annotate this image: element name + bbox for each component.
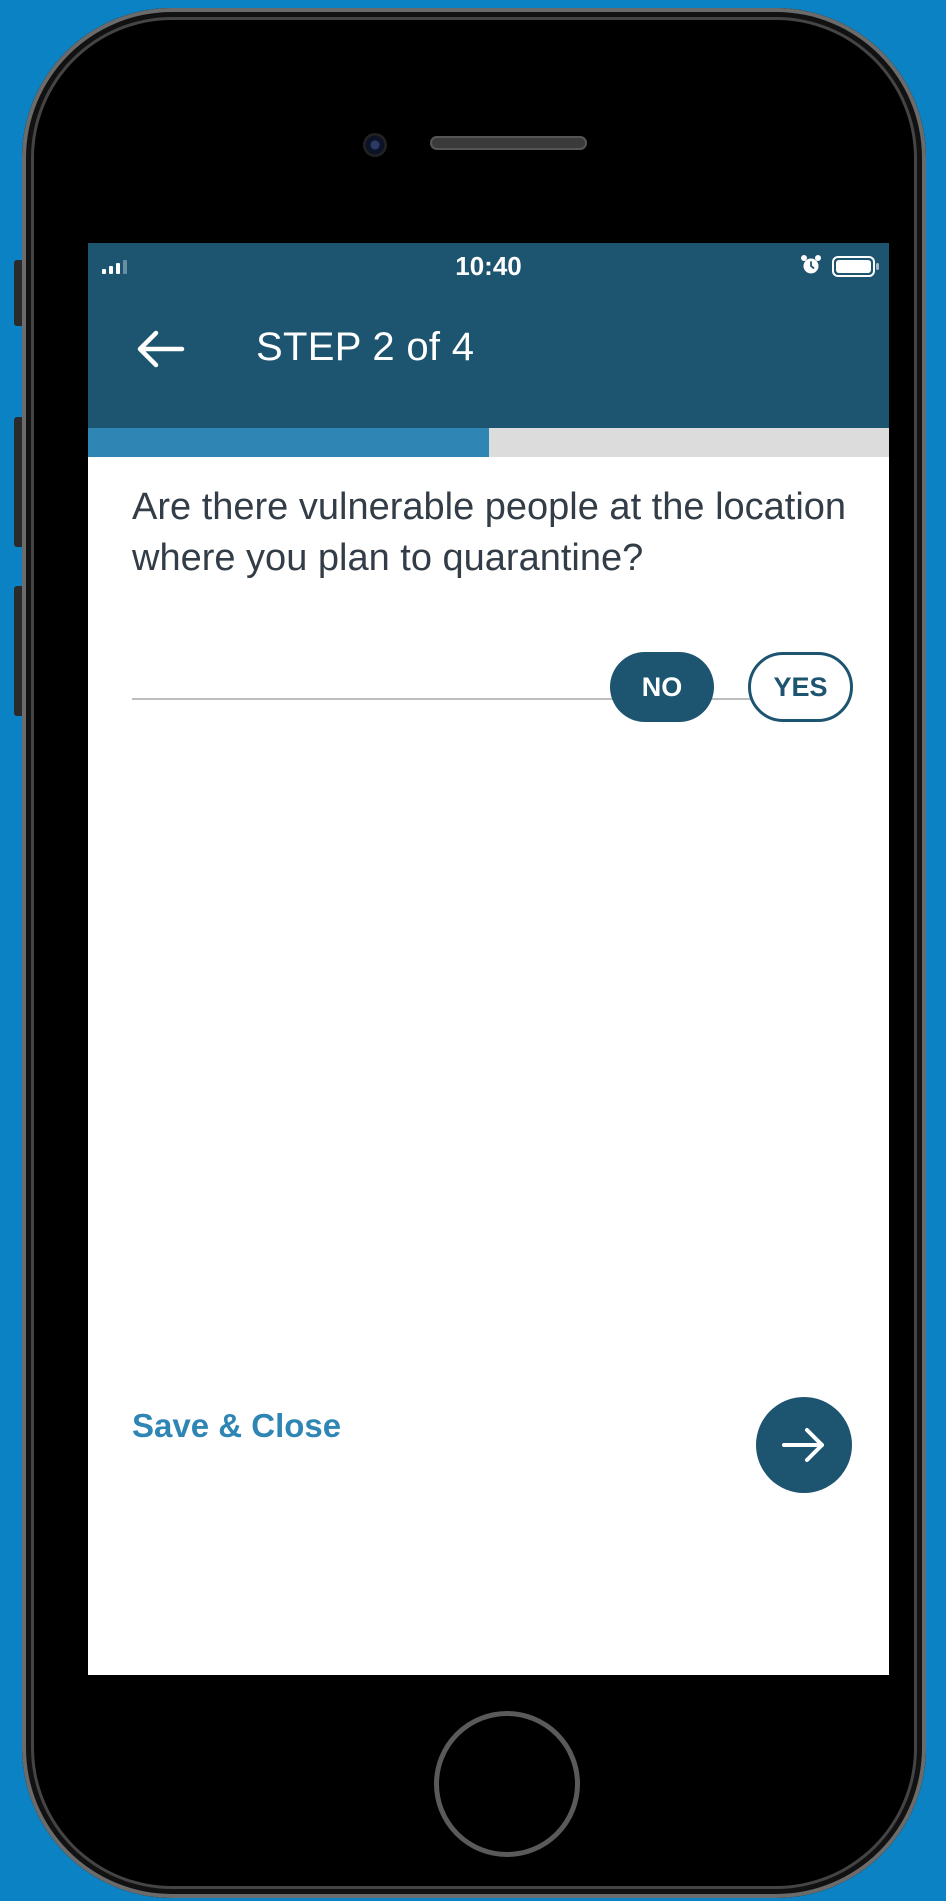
app-header: STEP 2 of 4 <box>88 288 889 457</box>
next-button[interactable] <box>756 1397 852 1493</box>
earpiece-speaker <box>430 136 587 150</box>
arrow-right-icon <box>782 1428 824 1462</box>
front-camera-icon <box>363 133 387 157</box>
question-text: Are there vulnerable people at the locat… <box>132 486 847 579</box>
save-close-link[interactable]: Save & Close <box>132 1407 341 1445</box>
status-bar: 10:40 <box>88 243 889 288</box>
answer-yes-button[interactable]: YES <box>748 652 853 722</box>
app-screen: 10:40 STEP 2 of 4 Are there vulnerable p… <box>88 243 889 1675</box>
answer-no-button[interactable]: NO <box>610 652 714 722</box>
status-time: 10:40 <box>455 251 522 281</box>
step-title: STEP 2 of 4 <box>256 325 475 369</box>
page-background: 10:40 STEP 2 of 4 Are there vulnerable p… <box>0 0 946 1901</box>
alarm-icon <box>801 255 821 274</box>
progress-fill <box>88 428 489 457</box>
battery-icon <box>832 256 879 277</box>
divider <box>132 698 820 700</box>
arrow-left-icon[interactable] <box>134 329 186 369</box>
progress-bar <box>88 428 889 457</box>
home-button[interactable] <box>434 1711 580 1857</box>
